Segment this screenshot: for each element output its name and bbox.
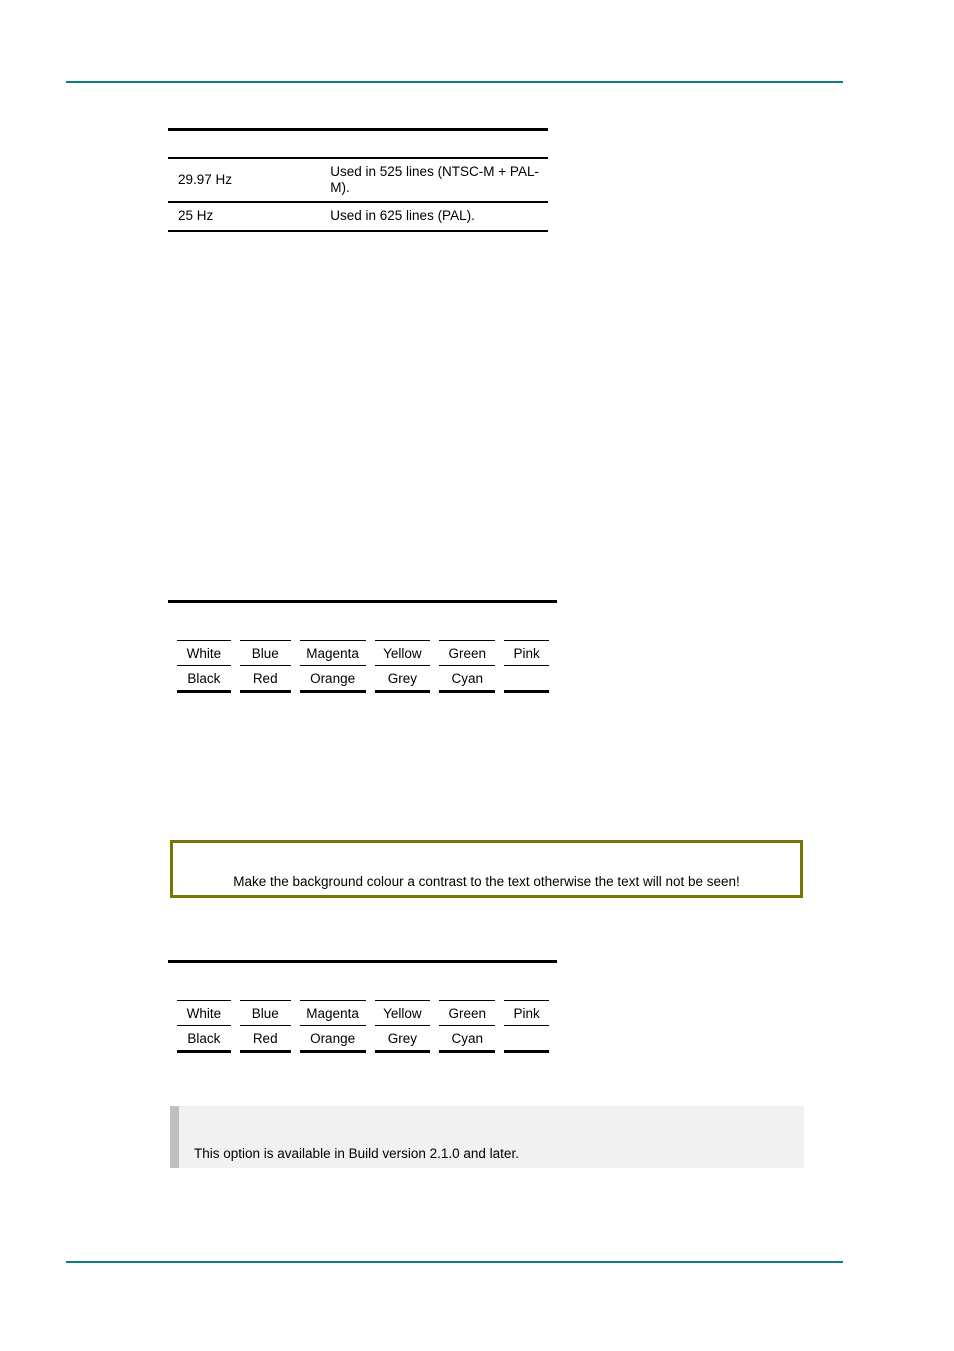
colour-cell-yellow: Yellow: [374, 1000, 431, 1026]
table-top-rule-row: [168, 120, 548, 131]
document-page: 29.97 Hz Used in 525 lines (NTSC-M + PAL…: [0, 0, 954, 1351]
colour-cell-empty: [504, 666, 549, 693]
table-row: 25 Hz Used in 625 lines (PAL).: [168, 201, 548, 232]
frame-rate-table: 29.97 Hz Used in 525 lines (NTSC-M + PAL…: [168, 120, 548, 232]
colour-cell-grey: Grey: [374, 666, 431, 693]
colour-cell-grey: Grey: [374, 1026, 431, 1053]
footer-rule: [66, 1261, 843, 1263]
note-message: This option is available in Build versio…: [194, 1146, 519, 1161]
colour-cell-cyan: Cyan: [439, 666, 496, 693]
table-row: Black Red Orange Grey Cyan: [177, 666, 549, 693]
colour-cell-cyan: Cyan: [439, 1026, 496, 1053]
frequency-description: Used in 525 lines (NTSC-M + PAL-M).: [320, 156, 548, 204]
table-header-gap-row: [168, 130, 548, 159]
note-accent-bar: [170, 1106, 179, 1168]
colour-cell-black: Black: [177, 1026, 231, 1053]
colour-cell-white: White: [177, 640, 231, 666]
colour-cell-orange: Orange: [299, 666, 366, 693]
colour-cell-green: Green: [439, 640, 496, 666]
colour-table-body: White Blue Magenta Yellow Green Pink Bla…: [168, 1000, 558, 1053]
colour-cell-red: Red: [239, 1026, 291, 1053]
colour-cell-pink: Pink: [504, 640, 549, 666]
colour-cell-blue: Blue: [239, 1000, 291, 1026]
colour-cell-blue: Blue: [239, 640, 291, 666]
table-row: White Blue Magenta Yellow Green Pink: [177, 1000, 549, 1026]
colour-cell-red: Red: [239, 666, 291, 693]
colour-cell-pink: Pink: [504, 1000, 549, 1026]
table-top-rule-left: [168, 120, 321, 131]
table-header-gap-left: [168, 130, 320, 159]
table-top-rule-right: [320, 120, 548, 131]
colour-cell-white: White: [177, 1000, 231, 1026]
colour-cell-magenta: Magenta: [299, 640, 366, 666]
colour-cell-orange: Orange: [299, 1026, 366, 1053]
colour-cell-green: Green: [439, 1000, 496, 1026]
colour-table-top-rule: [168, 600, 557, 603]
colour-cell-yellow: Yellow: [374, 640, 431, 666]
table-row: 29.97 Hz Used in 525 lines (NTSC-M + PAL…: [168, 156, 548, 204]
colour-cell-black: Black: [177, 666, 231, 693]
colour-cell-magenta: Magenta: [299, 1000, 366, 1026]
table-header-gap-right: [320, 130, 548, 159]
frequency-description: Used in 625 lines (PAL).: [320, 201, 548, 232]
table-row: White Blue Magenta Yellow Green Pink: [177, 640, 549, 666]
header-rule: [66, 81, 843, 83]
frequency-value: 25 Hz: [168, 201, 321, 232]
caution-box: Make the background colour a contrast to…: [170, 840, 803, 898]
note-box: This option is available in Build versio…: [170, 1106, 804, 1168]
caution-message: Make the background colour a contrast to…: [233, 874, 740, 889]
colour-options-table-1: White Blue Magenta Yellow Green Pink Bla…: [168, 600, 558, 700]
table-row: Black Red Orange Grey Cyan: [177, 1026, 549, 1053]
colour-table-top-rule: [168, 960, 557, 963]
frequency-value: 29.97 Hz: [168, 156, 321, 204]
colour-table-body: White Blue Magenta Yellow Green Pink Bla…: [168, 640, 558, 693]
colour-cell-empty: [504, 1026, 549, 1053]
colour-options-table-2: White Blue Magenta Yellow Green Pink Bla…: [168, 960, 558, 1060]
